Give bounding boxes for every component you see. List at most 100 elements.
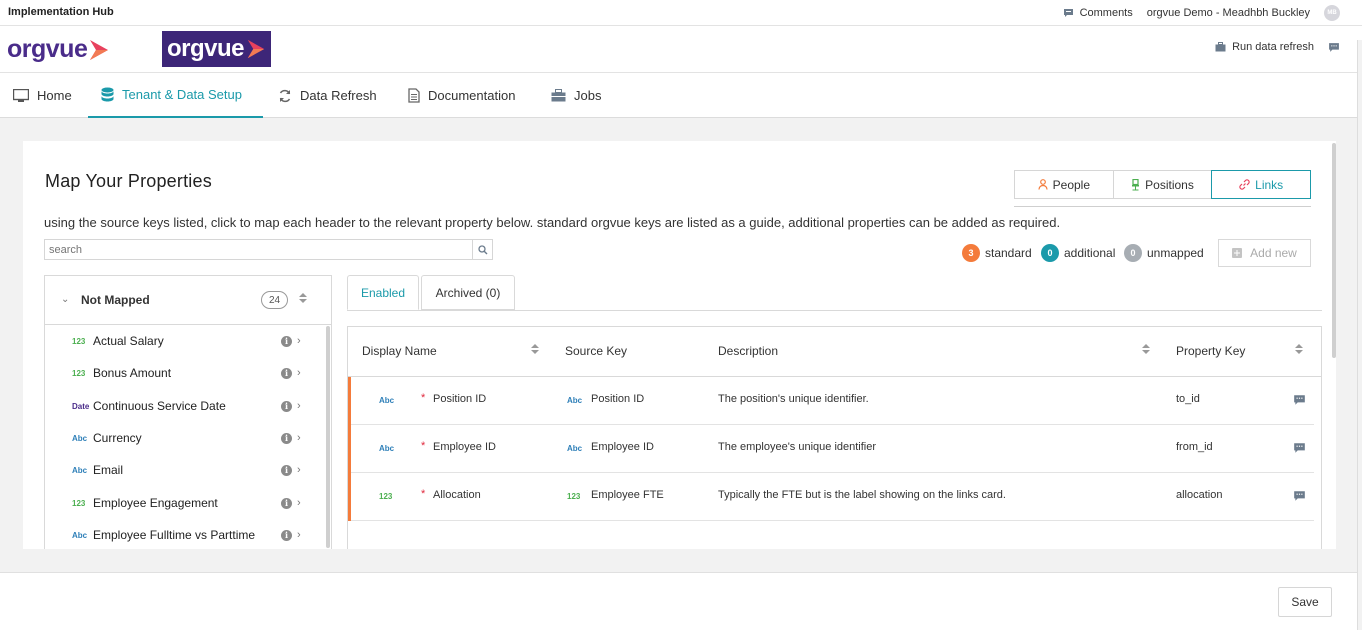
sort-icon[interactable] <box>531 344 539 354</box>
main-nav: Home Tenant & Data Setup Data Refresh Do… <box>0 73 1362 118</box>
info-icon[interactable]: i <box>281 432 292 444</box>
required-marker: * <box>421 392 426 404</box>
nav-tenant-data-setup-label: Tenant & Data Setup <box>122 87 242 102</box>
info-icon[interactable]: i <box>281 400 292 412</box>
standard-indicator <box>348 377 351 425</box>
toggle-positions[interactable]: Positions <box>1114 171 1213 198</box>
info-icon[interactable]: i <box>281 529 292 541</box>
chevron-right-icon[interactable]: › <box>297 529 301 541</box>
property-label: Actual Salary <box>93 334 164 348</box>
date-type-icon: Date <box>72 401 90 411</box>
link-icon <box>1239 179 1250 190</box>
list-item[interactable]: Abc Email i › <box>45 460 325 480</box>
chevron-right-icon[interactable]: › <box>297 400 301 412</box>
mapping-tabs: Enabled Archived (0) <box>347 275 515 310</box>
nav-jobs[interactable]: Jobs <box>551 73 601 118</box>
legend-additional: 0 additional <box>1041 244 1115 262</box>
tenant-user-menu[interactable]: orgvue Demo - Meadhbh Buckley <box>1147 7 1310 19</box>
standard-count-badge: 3 <box>962 244 980 262</box>
list-item[interactable]: Abc Currency i › <box>45 428 325 448</box>
list-item[interactable]: Date Continuous Service Date i › <box>45 396 325 416</box>
title-rule <box>1014 206 1311 207</box>
comment-icon[interactable] <box>1293 442 1306 454</box>
column-property-key[interactable]: Property Key <box>1176 344 1245 358</box>
tenant-logo-text: orgvue <box>166 35 245 62</box>
not-mapped-header[interactable]: ⌄ Not Mapped 24 <box>45 276 331 325</box>
column-description[interactable]: Description <box>718 344 778 358</box>
source-key-cell[interactable]: Employee ID <box>591 441 654 453</box>
chevron-right-icon[interactable]: › <box>297 464 301 476</box>
tenant-logo-mark-icon <box>247 39 265 59</box>
sort-icon[interactable] <box>1142 344 1150 354</box>
comment-icon <box>1063 9 1073 17</box>
sort-icon[interactable] <box>299 293 307 303</box>
list-scrollbar[interactable] <box>326 326 330 548</box>
logo-bar: orgvue orgvue Run data refresh <box>0 26 1362 73</box>
toggle-links[interactable]: Links <box>1211 170 1312 199</box>
map-properties-panel: Map Your Properties People Positions Lin… <box>23 141 1336 549</box>
property-key-cell: from_id <box>1176 441 1213 453</box>
avatar[interactable]: MB <box>1324 5 1340 21</box>
list-item[interactable]: 123 Actual Salary i › <box>45 331 325 351</box>
tab-enabled[interactable]: Enabled <box>347 275 419 310</box>
top-right-actions: Comments orgvue Demo - Meadhbh Buckley M… <box>1063 5 1340 21</box>
comments-button[interactable]: Comments <box>1063 7 1133 19</box>
info-icon[interactable]: i <box>281 367 292 379</box>
search-button[interactable] <box>472 240 492 259</box>
info-icon[interactable]: i <box>281 335 292 347</box>
person-icon <box>1038 179 1048 190</box>
toggle-people[interactable]: People <box>1015 171 1114 198</box>
text-type-icon: Abc <box>72 433 88 443</box>
legend-standard: 3 standard <box>962 244 1032 262</box>
logo-mark-icon <box>90 39 109 60</box>
info-icon[interactable]: i <box>281 497 292 509</box>
window-edge <box>1357 40 1362 630</box>
nav-home[interactable]: Home <box>13 73 72 118</box>
info-icon[interactable]: i <box>281 464 292 476</box>
source-key-cell[interactable]: Employee FTE <box>591 489 664 501</box>
display-name-cell: Allocation <box>433 489 481 501</box>
description-cell: Typically the FTE but is the label showi… <box>718 489 1006 501</box>
not-mapped-title: Not Mapped <box>81 293 150 307</box>
source-key-cell[interactable]: Position ID <box>591 393 644 405</box>
comment-icon[interactable] <box>1293 490 1306 502</box>
chevron-right-icon[interactable]: › <box>297 367 301 379</box>
not-mapped-count: 24 <box>261 291 288 309</box>
nav-data-refresh[interactable]: Data Refresh <box>278 73 377 118</box>
chat-icon[interactable] <box>1328 42 1340 53</box>
chevron-right-icon[interactable]: › <box>297 432 301 444</box>
table-header: Display Name Source Key Description Prop… <box>348 327 1321 377</box>
comment-icon[interactable] <box>1293 394 1306 406</box>
property-label: Bonus Amount <box>93 366 172 380</box>
sort-icon[interactable] <box>1295 344 1303 354</box>
app-title: Implementation Hub <box>8 6 114 18</box>
table-row[interactable]: 123 * Allocation 123 Employee FTE Typica… <box>348 473 1314 521</box>
nav-tenant-data-setup[interactable]: Tenant & Data Setup <box>88 73 263 118</box>
nav-documentation[interactable]: Documentation <box>408 73 515 118</box>
list-item[interactable]: 123 Employee Engagement i › <box>45 493 325 513</box>
page-scrollbar[interactable] <box>1332 143 1336 358</box>
list-item[interactable]: 123 Bonus Amount i › <box>45 363 325 383</box>
table-row[interactable]: Abc * Employee ID Abc Employee ID The em… <box>348 425 1314 473</box>
property-label: Employee Fulltime vs Parttime <box>93 528 256 542</box>
column-source-key[interactable]: Source Key <box>565 344 627 358</box>
chevron-down-icon[interactable]: ⌄ <box>61 294 69 305</box>
number-type-icon: 123 <box>72 368 86 378</box>
property-key-cell: to_id <box>1176 393 1200 405</box>
search-input[interactable] <box>45 240 472 259</box>
list-item[interactable]: Abc Employee Fulltime vs Parttime i › <box>45 525 325 545</box>
number-type-icon: 123 <box>567 492 581 501</box>
not-mapped-list: ⌄ Not Mapped 24 123 Actual Salary i › 12… <box>44 275 332 549</box>
orgvue-logo: orgvue <box>7 35 110 64</box>
table-row[interactable]: Abc * Position ID Abc Position ID The po… <box>348 377 1314 425</box>
run-data-refresh-button[interactable]: Run data refresh <box>1215 41 1314 53</box>
tab-archived[interactable]: Archived (0) <box>421 275 515 310</box>
text-type-icon: Abc <box>379 444 395 453</box>
property-key-cell: allocation <box>1176 489 1223 501</box>
chevron-right-icon[interactable]: › <box>297 335 301 347</box>
mapping-table: Display Name Source Key Description Prop… <box>347 326 1322 549</box>
column-display-name[interactable]: Display Name <box>362 344 437 358</box>
add-new-button[interactable]: Add new <box>1218 239 1311 267</box>
save-button[interactable]: Save <box>1278 587 1332 617</box>
chevron-right-icon[interactable]: › <box>297 497 301 509</box>
